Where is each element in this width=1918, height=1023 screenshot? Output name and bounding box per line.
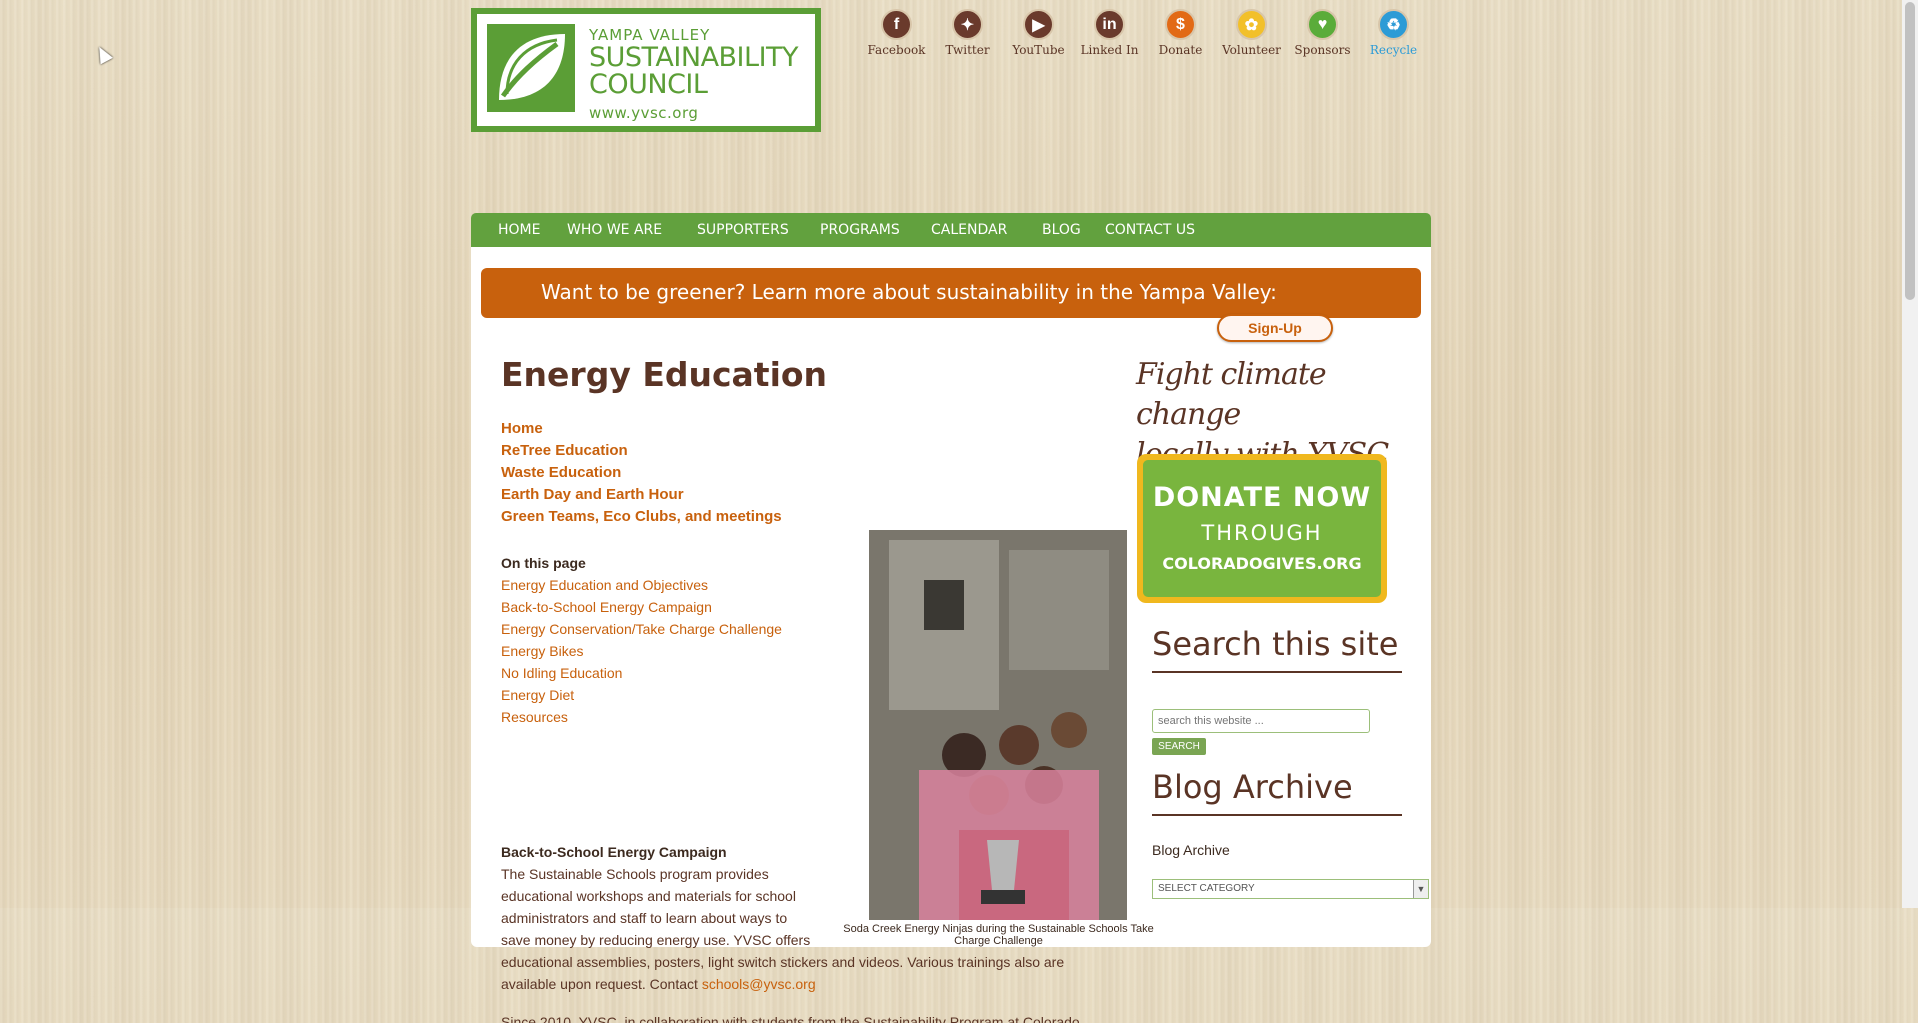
nav-programs[interactable]: PROGRAMS: [820, 222, 900, 238]
banner-text: Want to be greener? Learn more about sus…: [541, 280, 1277, 304]
search-button[interactable]: SEARCH: [1152, 738, 1206, 755]
subnav-retree-education[interactable]: ReTree Education: [501, 440, 782, 462]
subnav-waste-education[interactable]: Waste Education: [501, 462, 782, 484]
next-paragraph: Since 2010, YVSC, in collaboration with …: [501, 1014, 1080, 1023]
social-label: Linked In: [1080, 43, 1139, 57]
social-label: YouTube: [1012, 43, 1065, 57]
nav-supporters[interactable]: SUPPORTERS: [697, 222, 789, 238]
back-to-school-section: Back-to-School Energy Campaign The Susta…: [501, 841, 1086, 995]
otp-link-take-charge[interactable]: Energy Conservation/Take Charge Challeng…: [501, 618, 841, 640]
content-panel: Want to be greener? Learn more about sus…: [471, 247, 1431, 1023]
section-title: Back-to-School Energy Campaign: [501, 844, 727, 860]
section-body-line: administrators and staff to learn about …: [501, 910, 788, 926]
section-body-line: save money by reducing energy use. YVSC …: [501, 932, 811, 948]
category-select[interactable]: SELECT CATEGORY ▼: [1152, 879, 1429, 899]
volunteer-icon: ✿: [1236, 9, 1267, 40]
on-this-page-title: On this page: [501, 555, 586, 571]
site-logo[interactable]: YAMPA VALLEY SUSTAINABILITY COUNCIL www.…: [471, 8, 821, 132]
section-body-line: educational assemblies, posters, light s…: [501, 954, 1065, 970]
page-scrollbar[interactable]: [1902, 0, 1918, 908]
donate-now-banner[interactable]: DONATE NOW THROUGH COLORADOGIVES.ORG: [1137, 454, 1387, 603]
donate-now-inner: DONATE NOW THROUGH COLORADOGIVES.ORG: [1143, 460, 1381, 597]
social-label: Twitter: [945, 43, 990, 57]
donate-icon: $: [1165, 9, 1196, 40]
main-nav: HOME WHO WE ARE SUPPORTERS PROGRAMS CALE…: [471, 213, 1431, 247]
leaf-logo-icon: [487, 24, 575, 112]
section-body-line: educational workshops and materials for …: [501, 888, 796, 904]
signup-banner: Want to be greener? Learn more about sus…: [481, 268, 1421, 318]
subnav-home[interactable]: Home: [501, 418, 782, 440]
logo-url: www.yvsc.org: [589, 104, 699, 122]
schools-email-link[interactable]: schools@yvsc.org: [702, 976, 816, 992]
otp-link-no-idling[interactable]: No Idling Education: [501, 662, 841, 684]
chevron-down-icon: ▼: [1413, 880, 1428, 898]
otp-link-energy-diet[interactable]: Energy Diet: [501, 684, 841, 706]
sponsors-icon: ♥: [1307, 9, 1338, 40]
fight-line-1: Fight climate change: [1136, 357, 1327, 432]
section-body-line: The Sustainable Schools program provides: [501, 866, 769, 882]
nav-home[interactable]: HOME: [498, 222, 540, 238]
section-body-line: available upon request. Contact: [501, 976, 702, 992]
donate-line-1: DONATE NOW: [1152, 482, 1372, 513]
social-link-facebook[interactable]: f Facebook: [861, 9, 932, 57]
social-link-twitter[interactable]: ✦ Twitter: [932, 9, 1003, 57]
category-select-value: SELECT CATEGORY: [1158, 883, 1255, 894]
linkedin-icon: in: [1094, 9, 1125, 40]
social-link-volunteer[interactable]: ✿ Volunteer: [1216, 9, 1287, 57]
twitter-icon: ✦: [952, 9, 983, 40]
page-title: Energy Education: [501, 355, 828, 394]
scrollbar-thumb[interactable]: [1905, 2, 1915, 300]
social-link-youtube[interactable]: ▶ YouTube: [1003, 9, 1074, 57]
otp-link-objectives[interactable]: Energy Education and Objectives: [501, 574, 841, 596]
logo-main-line1: SUSTAINABILITY: [589, 42, 799, 73]
facebook-icon: f: [881, 9, 912, 40]
main-content: Energy Education Home ReTree Education W…: [501, 355, 1154, 1023]
sub-navigation: Home ReTree Education Waste Education Ea…: [501, 418, 782, 528]
search-site-heading: Search this site: [1152, 625, 1402, 673]
subnav-green-teams[interactable]: Green Teams, Eco Clubs, and meetings: [501, 506, 782, 528]
social-link-sponsors[interactable]: ♥ Sponsors: [1287, 9, 1358, 57]
social-label: Facebook: [867, 43, 926, 57]
otp-link-energy-bikes[interactable]: Energy Bikes: [501, 640, 841, 662]
signup-button[interactable]: Sign-Up: [1217, 314, 1333, 342]
social-label: Recycle: [1369, 43, 1418, 57]
nav-who-we-are[interactable]: WHO WE ARE: [567, 222, 662, 238]
sidebar: Fight climate change locally with YVSC D…: [1136, 355, 1429, 899]
social-link-recycle[interactable]: ♻ Recycle: [1358, 9, 1429, 57]
social-link-donate[interactable]: $ Donate: [1145, 9, 1216, 57]
social-label: Sponsors: [1294, 43, 1351, 57]
nav-blog[interactable]: BLOG: [1042, 222, 1081, 238]
donate-line-3: COLORADOGIVES.ORG: [1162, 554, 1362, 573]
recycle-icon: ♻: [1378, 9, 1409, 40]
logo-text: YAMPA VALLEY SUSTAINABILITY COUNCIL www.…: [589, 26, 799, 122]
social-label: Donate: [1158, 43, 1203, 57]
youtube-icon: ▶: [1023, 9, 1054, 40]
otp-link-back-to-school[interactable]: Back-to-School Energy Campaign: [501, 596, 841, 618]
search-input[interactable]: [1152, 709, 1370, 733]
blog-archive-label: Blog Archive: [1152, 842, 1230, 858]
nav-contact-us[interactable]: CONTACT US: [1105, 222, 1195, 238]
subnav-earth-day[interactable]: Earth Day and Earth Hour: [501, 484, 782, 506]
donate-line-2: THROUGH: [1201, 521, 1323, 545]
section-body: The Sustainable Schools program provides…: [501, 863, 1086, 995]
otp-link-resources[interactable]: Resources: [501, 706, 841, 728]
social-label: Volunteer: [1222, 43, 1281, 57]
logo-main-line2: COUNCIL: [589, 69, 708, 100]
blog-archive-heading: Blog Archive: [1152, 768, 1402, 816]
social-links: f Facebook ✦ Twitter ▶ YouTube in Linked In $ Don…: [861, 9, 1429, 57]
on-this-page: On this page Energy Education and Object…: [501, 552, 841, 728]
social-link-linked-in[interactable]: in Linked In: [1074, 9, 1145, 57]
nav-calendar[interactable]: CALENDAR: [931, 222, 1007, 238]
mouse-cursor: [93, 43, 113, 65]
